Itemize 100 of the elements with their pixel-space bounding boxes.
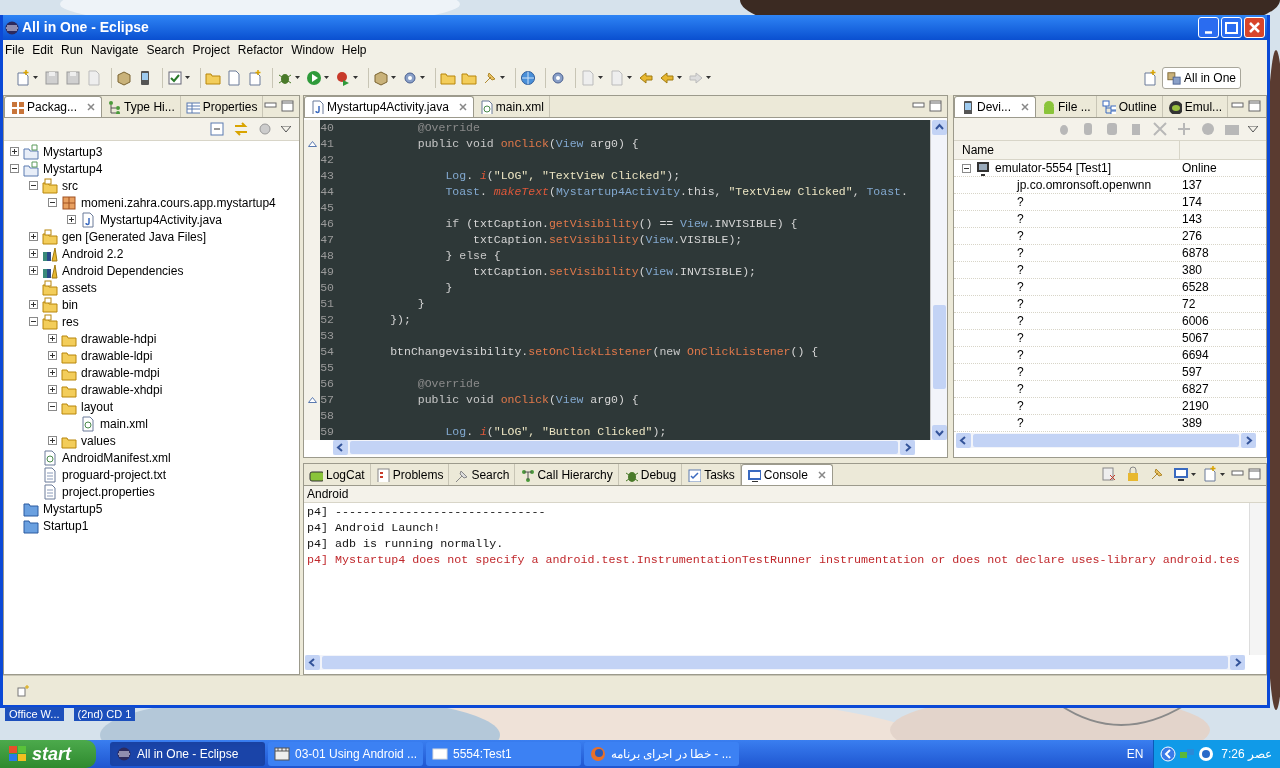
- tree-item[interactable]: gen [Generated Java Files]: [62, 227, 207, 246]
- tree-item[interactable]: values: [81, 431, 116, 450]
- expand-icon[interactable]: [48, 334, 57, 343]
- collapse-icon[interactable]: [962, 163, 971, 173]
- expand-icon[interactable]: [48, 436, 57, 445]
- taskbar-button[interactable]: 03-01 Using Android ...: [268, 742, 423, 766]
- tree-item[interactable]: drawable-hdpi: [81, 329, 157, 348]
- vertical-scrollbar[interactable]: [930, 120, 947, 440]
- table-cell[interactable]: ?: [1017, 195, 1024, 209]
- expand-icon[interactable]: [29, 249, 38, 258]
- tree-item[interactable]: Mystartup3: [43, 142, 103, 161]
- tree-item[interactable]: drawable-xhdpi: [81, 380, 163, 399]
- dropdown-arrow-icon[interactable]: [627, 76, 632, 79]
- box-icon[interactable]: [373, 69, 389, 86]
- table-cell[interactable]: ?: [1017, 365, 1024, 379]
- table-cell[interactable]: ?: [1017, 212, 1024, 226]
- table-cell[interactable]: ?: [1017, 246, 1024, 260]
- tree-item[interactable]: drawable-ldpi: [81, 346, 153, 365]
- dropdown-arrow-icon[interactable]: [677, 76, 682, 79]
- tab[interactable]: Packag...: [4, 96, 103, 117]
- minimize-button[interactable]: [1198, 17, 1219, 38]
- table-cell[interactable]: ?: [1017, 399, 1024, 413]
- expand-icon[interactable]: [10, 147, 19, 156]
- tree-item[interactable]: AndroidManifest.xml: [62, 448, 171, 467]
- expand-icon[interactable]: [29, 266, 38, 275]
- monitor-icon[interactable]: [1173, 466, 1189, 482]
- start-button[interactable]: start: [0, 740, 96, 768]
- collapse-all-icon[interactable]: [209, 121, 225, 137]
- collapse-icon[interactable]: [29, 181, 38, 190]
- dropdown-arrow-icon[interactable]: [353, 76, 358, 79]
- table-cell[interactable]: ?: [1017, 382, 1024, 396]
- new-window-icon[interactable]: [17, 684, 29, 697]
- perspective-button[interactable]: All in One: [1161, 66, 1241, 89]
- dropdown-arrow-icon[interactable]: [324, 76, 329, 79]
- tab[interactable]: Devi...: [954, 96, 1036, 117]
- menu-item[interactable]: File: [3, 41, 27, 59]
- maximize-icon[interactable]: [281, 100, 295, 112]
- taskbar-button[interactable]: All in One - Eclipse: [110, 742, 265, 766]
- run-icon[interactable]: [335, 69, 351, 86]
- close-icon[interactable]: [457, 102, 468, 112]
- table-cell[interactable]: ?: [1017, 229, 1024, 243]
- dropdown-arrow-icon[interactable]: [391, 76, 396, 79]
- tab[interactable]: Console: [740, 464, 833, 485]
- table-cell[interactable]: ?: [1017, 331, 1024, 345]
- expand-icon[interactable]: [48, 351, 57, 360]
- horizontal-scrollbar[interactable]: [305, 655, 1245, 670]
- vertical-scrollbar[interactable]: [1249, 503, 1266, 655]
- menu-item[interactable]: Refactor: [235, 41, 286, 59]
- menu-item[interactable]: Help: [339, 41, 369, 59]
- page-icon[interactable]: [226, 69, 242, 86]
- expand-icon[interactable]: [29, 232, 38, 241]
- table-cell[interactable]: jp.co.omronsoft.openwnn: [1017, 178, 1152, 192]
- tree-item[interactable]: drawable-mdpi: [81, 363, 160, 382]
- horizontal-scrollbar[interactable]: [956, 433, 1256, 448]
- tree-item[interactable]: src: [62, 176, 78, 195]
- checkbox-icon[interactable]: [167, 69, 183, 86]
- horizontal-scrollbar[interactable]: [333, 440, 915, 455]
- collapse-icon[interactable]: [48, 198, 57, 207]
- menu-item[interactable]: Window: [289, 41, 336, 59]
- tree-item[interactable]: project.properties: [62, 482, 155, 501]
- tree-item[interactable]: assets: [62, 278, 97, 297]
- desktop-toolbar-label[interactable]: Office W...: [5, 707, 64, 721]
- page-icon[interactable]: [247, 69, 263, 86]
- clear-icon[interactable]: [1101, 466, 1117, 482]
- dropdown-arrow-icon[interactable]: [706, 76, 711, 79]
- tree-item[interactable]: Mystartup5: [43, 499, 103, 518]
- dropdown-arrow-icon[interactable]: [420, 76, 425, 79]
- chevron-icon[interactable]: [1160, 746, 1177, 762]
- maximize-button[interactable]: [1221, 17, 1242, 38]
- box-icon[interactable]: [116, 69, 132, 86]
- tree-item[interactable]: bin: [62, 295, 78, 314]
- collapse-icon[interactable]: [10, 164, 19, 173]
- taskbar-button[interactable]: خطا در اجرای برنامه - ...: [584, 742, 739, 766]
- menu-item[interactable]: Edit: [30, 41, 56, 59]
- menu-item[interactable]: Navigate: [89, 41, 141, 59]
- maximize-icon[interactable]: [1248, 468, 1262, 480]
- dropdown-arrow-icon[interactable]: [500, 76, 505, 79]
- taskbar-button[interactable]: 5554:Test1: [426, 742, 581, 766]
- dropdown-arrow-icon[interactable]: [33, 76, 38, 79]
- menu-item[interactable]: Project: [190, 41, 232, 59]
- table-cell[interactable]: ?: [1017, 280, 1024, 294]
- expand-icon[interactable]: [48, 385, 57, 394]
- tree-item[interactable]: layout: [81, 397, 114, 416]
- tree-item[interactable]: Startup1: [43, 516, 89, 535]
- close-icon[interactable]: [1020, 102, 1030, 112]
- table-cell[interactable]: ?: [1017, 297, 1024, 311]
- dropdown-arrow-icon[interactable]: [1191, 473, 1196, 476]
- maximize-icon[interactable]: [1248, 100, 1262, 112]
- code-editor[interactable]: [320, 120, 930, 440]
- expand-icon[interactable]: [48, 368, 57, 377]
- tree-item[interactable]: Android 2.2: [62, 244, 124, 263]
- tree-item[interactable]: res: [62, 312, 79, 331]
- table-cell[interactable]: ?: [1017, 348, 1024, 362]
- tree-item[interactable]: main.xml: [100, 414, 148, 433]
- dropdown-arrow-icon[interactable]: [1220, 473, 1225, 476]
- expand-icon[interactable]: [29, 300, 38, 309]
- dropdown-arrow-icon[interactable]: [295, 76, 300, 79]
- tree-item[interactable]: proguard-project.txt: [62, 465, 167, 484]
- tab[interactable]: Mystartup4Activity.java: [304, 96, 474, 117]
- tree-item[interactable]: Mystartup4: [43, 159, 103, 178]
